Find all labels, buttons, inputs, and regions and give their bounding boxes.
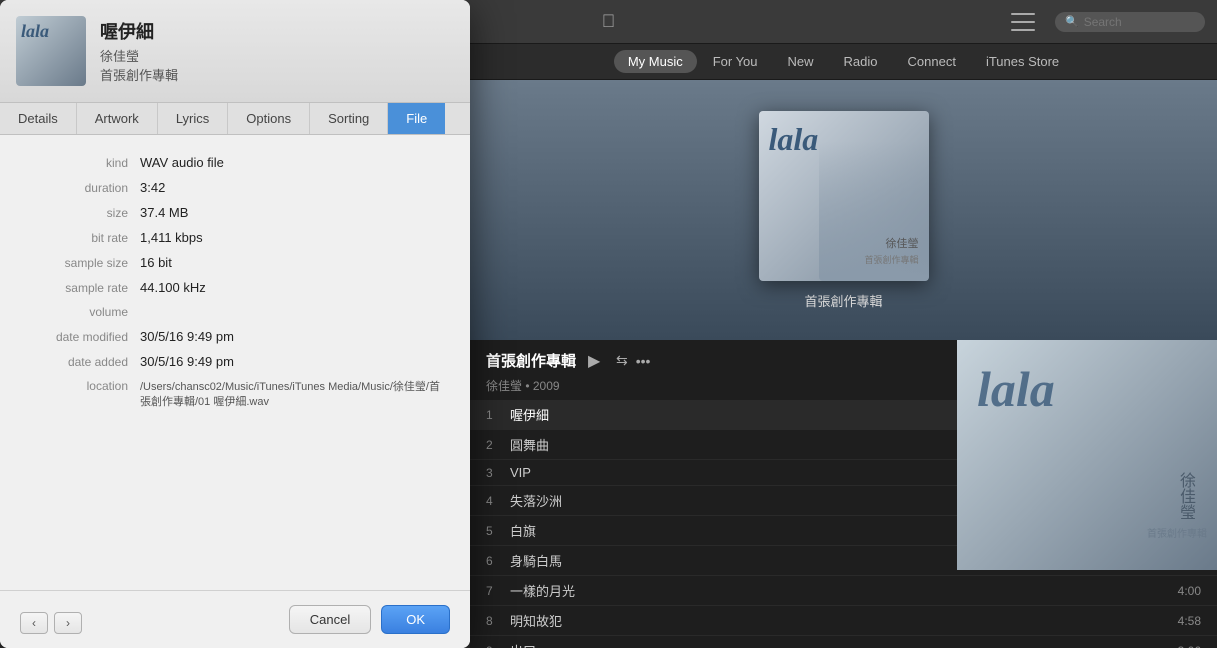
sample-size-label: sample size — [30, 256, 140, 270]
track-number: 4 — [486, 494, 510, 508]
right-album-cover: lala 徐佳瑩 首張創作專輯 — [957, 340, 1217, 570]
dialog-tab-file[interactable]: File — [388, 103, 445, 134]
duration-value: 3:42 — [140, 180, 165, 195]
search-input[interactable] — [1084, 15, 1195, 29]
track-number: 9 — [486, 644, 510, 648]
track-name: 出口 — [510, 641, 1178, 648]
dialog-tab-lyrics[interactable]: Lyrics — [158, 103, 228, 134]
dialog-header-info: 喔伊細 徐佳瑩 首張創作專輯 — [100, 18, 178, 84]
track-list-controls: ▶ ⇆ ••• — [588, 351, 650, 371]
dialog-footer: ‹ › Cancel OK — [0, 590, 470, 648]
shuffle-icon[interactable]: ⇆ — [616, 352, 628, 369]
date-added-label: date added — [30, 355, 140, 369]
date-modified-value: 30/5/16 9:49 pm — [140, 329, 234, 344]
dialog-tab-artwork[interactable]: Artwork — [77, 103, 158, 134]
play-button[interactable]: ▶ — [588, 351, 608, 371]
album-hero: lala 徐佳瑩 首張創作專輯 首張創作專輯 — [470, 80, 1217, 340]
track-number: 7 — [486, 584, 510, 598]
duration-row: duration 3:42 — [30, 180, 440, 195]
sample-rate-value: 44.100 kHz — [140, 280, 206, 295]
album-hero-label: 首張創作專輯 — [804, 291, 882, 310]
size-label: size — [30, 206, 140, 220]
tab-radio[interactable]: Radio — [830, 50, 892, 73]
size-value: 37.4 MB — [140, 205, 188, 220]
sample-rate-label: sample rate — [30, 281, 140, 295]
dialog-content: kind WAV audio file duration 3:42 size 3… — [0, 135, 470, 441]
track-duration: 4:58 — [1178, 614, 1201, 628]
lala-big-text: lala — [977, 360, 1055, 418]
track-row[interactable]: 9 出口 3:06 — [470, 636, 1217, 648]
album-subtitle-art: 首張創作專輯 — [864, 253, 918, 266]
prev-button[interactable]: ‹ — [20, 612, 48, 634]
dialog-tab-options[interactable]: Options — [228, 103, 310, 134]
location-label: location — [30, 379, 140, 393]
nav-arrows: ‹ › — [20, 612, 82, 634]
track-number: 1 — [486, 408, 510, 422]
date-modified-label: date modified — [30, 330, 140, 344]
kind-value: WAV audio file — [140, 155, 224, 170]
sample-rate-row: sample rate 44.100 kHz — [30, 280, 440, 295]
album-sub-big: 首張創作專輯 — [1147, 525, 1207, 540]
kind-label: kind — [30, 156, 140, 170]
ok-button[interactable]: OK — [381, 605, 450, 634]
dialog-lala-text: lala — [21, 21, 49, 42]
track-name: 一樣的月光 — [510, 581, 1178, 600]
more-options-icon[interactable]: ••• — [636, 353, 651, 369]
dialog-artist: 徐佳瑩 — [100, 46, 178, 65]
track-duration: 4:00 — [1178, 584, 1201, 598]
track-list-album-title: 首張創作專輯 — [486, 350, 576, 371]
sample-size-row: sample size 16 bit — [30, 255, 440, 270]
dialog-tab-sorting[interactable]: Sorting — [310, 103, 388, 134]
track-name: 明知故犯 — [510, 611, 1178, 630]
bit-rate-value: 1,411 kbps — [140, 230, 203, 245]
tab-for-you[interactable]: For You — [699, 50, 772, 73]
track-number: 2 — [486, 438, 510, 452]
track-number: 8 — [486, 614, 510, 628]
sample-size-value: 16 bit — [140, 255, 172, 270]
dialog-album-thumb: lala — [16, 16, 86, 86]
apple-logo-icon:  — [602, 11, 616, 32]
artist-big: 徐佳瑩 — [1173, 472, 1197, 520]
date-added-row: date added 30/5/16 9:49 pm — [30, 354, 440, 369]
dialog-tab-details[interactable]: Details — [0, 103, 77, 134]
volume-label: volume — [30, 305, 140, 319]
cancel-button[interactable]: Cancel — [289, 605, 371, 634]
location-value: /Users/chansc02/Music/iTunes/iTunes Medi… — [140, 380, 440, 411]
search-box[interactable]: 🔍 — [1055, 12, 1205, 32]
dialog-tabs: Details Artwork Lyrics Options Sorting F… — [0, 103, 470, 135]
tab-new[interactable]: New — [774, 50, 828, 73]
list-view-icon[interactable] — [1011, 13, 1035, 31]
bit-rate-label: bit rate — [30, 231, 140, 245]
track-number: 5 — [486, 524, 510, 538]
duration-label: duration — [30, 181, 140, 195]
dialog-album: 首張創作專輯 — [100, 65, 178, 84]
search-icon: 🔍 — [1065, 15, 1079, 28]
track-row[interactable]: 7 一樣的月光 4:00 — [470, 576, 1217, 606]
tab-itunes-store[interactable]: iTunes Store — [972, 50, 1073, 73]
date-added-value: 30/5/16 9:49 pm — [140, 354, 234, 369]
dialog-song-title: 喔伊細 — [100, 18, 178, 44]
artist-name-art: 徐佳瑩 — [886, 235, 919, 251]
lala-text: lala — [769, 121, 819, 158]
nav-tabs: My Music For You New Radio Connect iTune… — [470, 44, 1217, 80]
dialog-header: lala 喔伊細 徐佳瑩 首張創作專輯 — [0, 0, 470, 103]
track-duration: 3:06 — [1178, 644, 1201, 648]
location-row: location /Users/chansc02/Music/iTunes/iT… — [30, 379, 440, 411]
next-button[interactable]: › — [54, 612, 82, 634]
track-number: 3 — [486, 466, 510, 480]
tab-connect[interactable]: Connect — [894, 50, 970, 73]
date-modified-row: date modified 30/5/16 9:49 pm — [30, 329, 440, 344]
tab-my-music[interactable]: My Music — [614, 50, 697, 73]
kind-row: kind WAV audio file — [30, 155, 440, 170]
volume-row: volume — [30, 305, 440, 319]
album-art-hero: lala 徐佳瑩 首張創作專輯 — [759, 111, 929, 281]
track-row[interactable]: 8 明知故犯 4:58 — [470, 606, 1217, 636]
bit-rate-row: bit rate 1,411 kbps — [30, 230, 440, 245]
song-info-dialog: lala 喔伊細 徐佳瑩 首張創作專輯 Details Artwork Lyri… — [0, 0, 470, 648]
size-row: size 37.4 MB — [30, 205, 440, 220]
track-number: 6 — [486, 554, 510, 568]
